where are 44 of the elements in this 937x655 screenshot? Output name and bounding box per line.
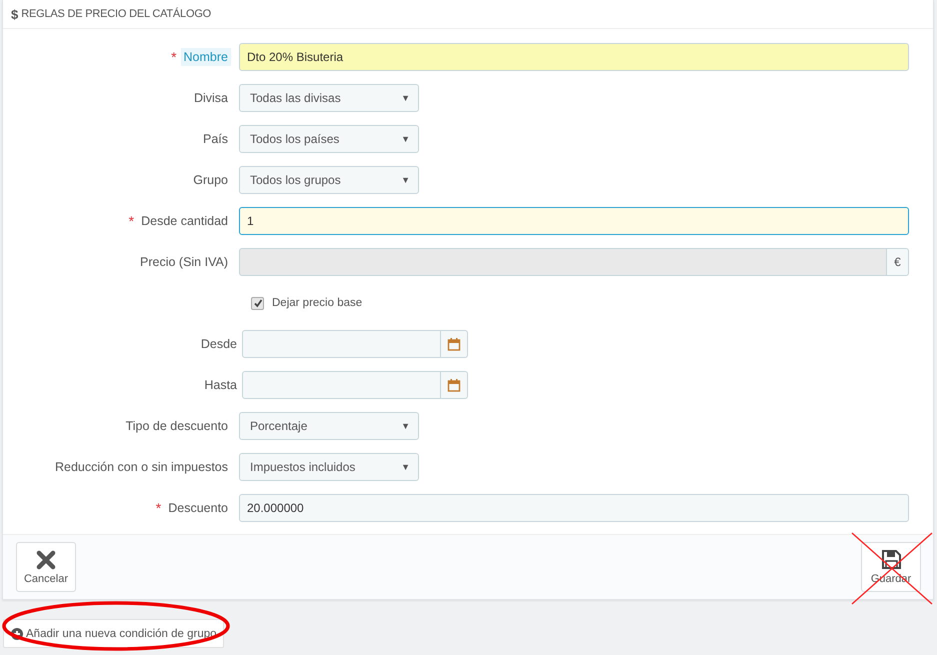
select-value: Todos los países [250,132,340,146]
date-field[interactable] [242,371,441,399]
field-label: País [202,131,229,148]
select-field[interactable]: Impuestos incluidos ▼ [239,453,419,481]
field-label: Desde [200,336,238,353]
input-field[interactable]: Dto 20% Bisuteria [239,43,909,71]
select-value: Impuestos incluidos [250,460,356,474]
field-label: Divisa [192,90,229,107]
cancel-button[interactable]: Cancelar [16,542,76,592]
field-label: Hasta [203,377,238,394]
input-field[interactable]: 20.000000 [239,494,909,522]
select-field[interactable]: Todas las divisas ▼ [239,84,419,112]
caret-icon: ▼ [401,93,410,103]
plus-circle-icon [11,628,23,640]
close-icon [36,550,56,570]
panel-title: REGLAS DE PRECIO DEL CATÁLOGO [21,8,212,20]
field-label: * Nombre [171,48,231,66]
currency-addon: € [887,248,909,276]
field-label: Grupo [192,172,229,189]
field-label: Reducción con o sin impuestos [54,459,229,476]
caret-icon: ▼ [401,421,410,431]
date-field[interactable] [242,330,441,358]
calendar-icon [447,337,461,351]
caret-icon: ▼ [401,175,410,185]
caret-icon: ▼ [401,134,410,144]
checkbox[interactable] [251,296,264,310]
field-label: Precio (Sin IVA) [139,254,229,271]
dollar-icon: $ [11,6,18,22]
caret-icon: ▼ [401,462,410,472]
select-field[interactable]: Porcentaje ▼ [239,412,419,440]
select-value: Todos los grupos [250,173,341,187]
field-label: Tipo de descuento [124,418,229,435]
select-field[interactable]: Todos los países ▼ [239,125,419,153]
calendar-button[interactable] [441,330,468,358]
checkbox-label: Dejar precio base [272,297,362,309]
calendar-button[interactable] [441,371,468,399]
select-field[interactable]: Todos los grupos ▼ [239,166,419,194]
field-label: * Desde cantidad [128,212,229,230]
check-icon [252,298,262,308]
calendar-icon [447,378,461,392]
select-value: Todas las divisas [250,91,341,105]
field-label: * Descuento [156,499,229,517]
input-field[interactable]: 1 [239,207,909,235]
select-value: Porcentaje [250,419,308,433]
